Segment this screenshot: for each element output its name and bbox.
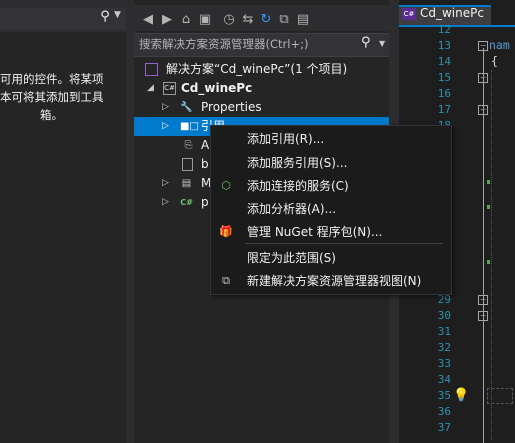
line-number: 33	[437, 357, 451, 370]
tree-item-label: p	[201, 195, 209, 209]
history-icon[interactable]: ◷	[220, 10, 238, 30]
solution-explorer-toolbar: ◀ ▶ ⌂ ▣ ◷ ⇆ ↻ ⧉ ▤	[134, 5, 389, 31]
collapsed-arrow-icon[interactable]: ▷	[162, 193, 169, 212]
sync-icon[interactable]: ⇆	[240, 10, 256, 30]
search-placeholder: 搜索解决方案资源管理器(Ctrl+;)	[139, 37, 309, 51]
solution-icon	[145, 63, 158, 76]
line-number: 30	[437, 309, 451, 322]
line-number: 14	[437, 55, 451, 68]
change-marker	[487, 205, 490, 209]
references-icon: ■□	[180, 121, 199, 132]
toolbox-message-line: 本可将其添加到工具	[0, 90, 104, 104]
switch-views-icon[interactable]: ▣	[196, 10, 214, 30]
line-number: 15	[437, 71, 451, 84]
refresh-icon[interactable]: ↻	[258, 10, 274, 30]
change-marker	[487, 180, 490, 184]
panel-splitter[interactable]	[126, 0, 134, 443]
line-number: 36	[437, 405, 451, 418]
quick-action-indicator	[487, 388, 513, 404]
toolbox-message-line: 可用的控件。将某项	[0, 72, 104, 86]
chevron-down-icon[interactable]: ▼	[379, 39, 385, 48]
line-number: 35	[437, 389, 451, 402]
tree-item-label: Properties	[201, 100, 262, 114]
code-brace: {	[491, 54, 498, 68]
menu-item-manage-nuget[interactable]: 🎁 管理 NuGet 程序包(N)...	[211, 221, 449, 243]
tree-item-properties[interactable]: ▷ 🔧 Properties	[134, 98, 389, 117]
wrench-icon: 🔧	[180, 102, 193, 113]
chevron-down-icon[interactable]: ▼	[114, 10, 121, 20]
collapse-icon[interactable]: −	[478, 311, 488, 321]
indent-guide	[491, 70, 493, 440]
collapsed-arrow-icon[interactable]: ▷	[162, 174, 169, 193]
line-number: 32	[437, 341, 451, 354]
menu-item-scope-to-this[interactable]: 限定为此范围(S)	[211, 247, 449, 269]
toolbox-panel	[0, 0, 126, 443]
new-view-icon: ⧉	[222, 274, 230, 287]
home-icon[interactable]: ⌂	[178, 10, 194, 30]
collapse-icon[interactable]: −	[478, 73, 488, 83]
menu-item-label: 限定为此范围(S)	[247, 251, 336, 265]
expanded-arrow-icon[interactable]: ◢	[147, 79, 154, 98]
menu-item-label: 添加分析器(A)...	[247, 202, 337, 216]
menu-item-label: 添加引用(R)...	[247, 132, 325, 146]
menu-item-label: 管理 NuGet 程序包(N)...	[247, 225, 383, 239]
menu-item-add-connected-service[interactable]: ⬡ 添加连接的服务(C)	[211, 175, 449, 197]
code-keyword: nam	[489, 38, 510, 52]
menu-item-label: 新建解决方案资源管理器视图(N)	[247, 274, 422, 288]
menu-item-add-reference[interactable]: 添加引用(R)...	[211, 128, 449, 150]
tree-item-project[interactable]: ◢ C# Cd_winePc	[134, 79, 389, 98]
tree-item-solution[interactable]: 解决方案“Cd_winePc”(1 个项目)	[134, 60, 389, 79]
config-file-icon: ⎘	[184, 140, 193, 151]
collapse-all-icon[interactable]: ⧉	[276, 10, 292, 30]
search-icon[interactable]: ⚲	[361, 35, 371, 50]
menu-item-label: 添加服务引用(S)...	[247, 156, 348, 170]
tree-item-label: 解决方案“Cd_winePc”(1 个项目)	[166, 62, 348, 76]
menu-separator	[245, 243, 443, 244]
show-all-files-icon[interactable]: ▤	[294, 10, 312, 30]
change-marker	[487, 260, 490, 264]
tab-label: Cd_winePc	[420, 6, 484, 20]
file-icon	[182, 158, 193, 171]
tree-item-label: Cd_winePc	[181, 81, 253, 95]
toolbox-empty-message: 可用的控件。将某项 本可将其添加到工具 箱。	[0, 70, 126, 124]
line-number: 16	[437, 87, 451, 100]
menu-item-new-explorer-view[interactable]: ⧉ 新建解决方案资源管理器视图(N)	[211, 270, 449, 292]
menu-item-add-service-reference[interactable]: 添加服务引用(S)...	[211, 152, 449, 174]
back-icon[interactable]: ◀	[140, 10, 156, 30]
form-icon: ▤	[181, 178, 192, 189]
lightbulb-icon[interactable]: 💡	[453, 388, 469, 403]
collapsed-arrow-icon[interactable]: ▷	[162, 117, 169, 136]
tree-item-label: b	[201, 157, 209, 171]
line-number: 12	[437, 23, 451, 36]
line-number: 17	[437, 103, 451, 116]
toolbox-message-line: 箱。	[40, 108, 63, 122]
menu-item-label: 添加连接的服务(C)	[247, 179, 349, 193]
line-number: 34	[437, 373, 451, 386]
collapse-icon[interactable]: −	[478, 295, 488, 305]
search-icon[interactable]: ⚲	[96, 9, 114, 27]
collapse-icon[interactable]: −	[478, 41, 488, 51]
collapsed-arrow-icon[interactable]: ▷	[162, 98, 169, 117]
connected-service-icon: ⬡	[221, 179, 231, 192]
tree-item-label: A	[201, 138, 210, 152]
csharp-file-icon: C#	[402, 8, 416, 20]
line-number: 37	[437, 421, 451, 434]
menu-item-add-analyzer[interactable]: 添加分析器(A)...	[211, 198, 449, 220]
forward-icon[interactable]: ▶	[159, 10, 175, 30]
line-number: 31	[437, 325, 451, 338]
csharp-project-icon: C#	[163, 82, 176, 95]
nuget-package-icon: 🎁	[219, 225, 233, 238]
csharp-file-icon: C#	[180, 198, 193, 207]
line-number: 13	[437, 39, 451, 52]
collapse-icon[interactable]: −	[478, 105, 488, 115]
